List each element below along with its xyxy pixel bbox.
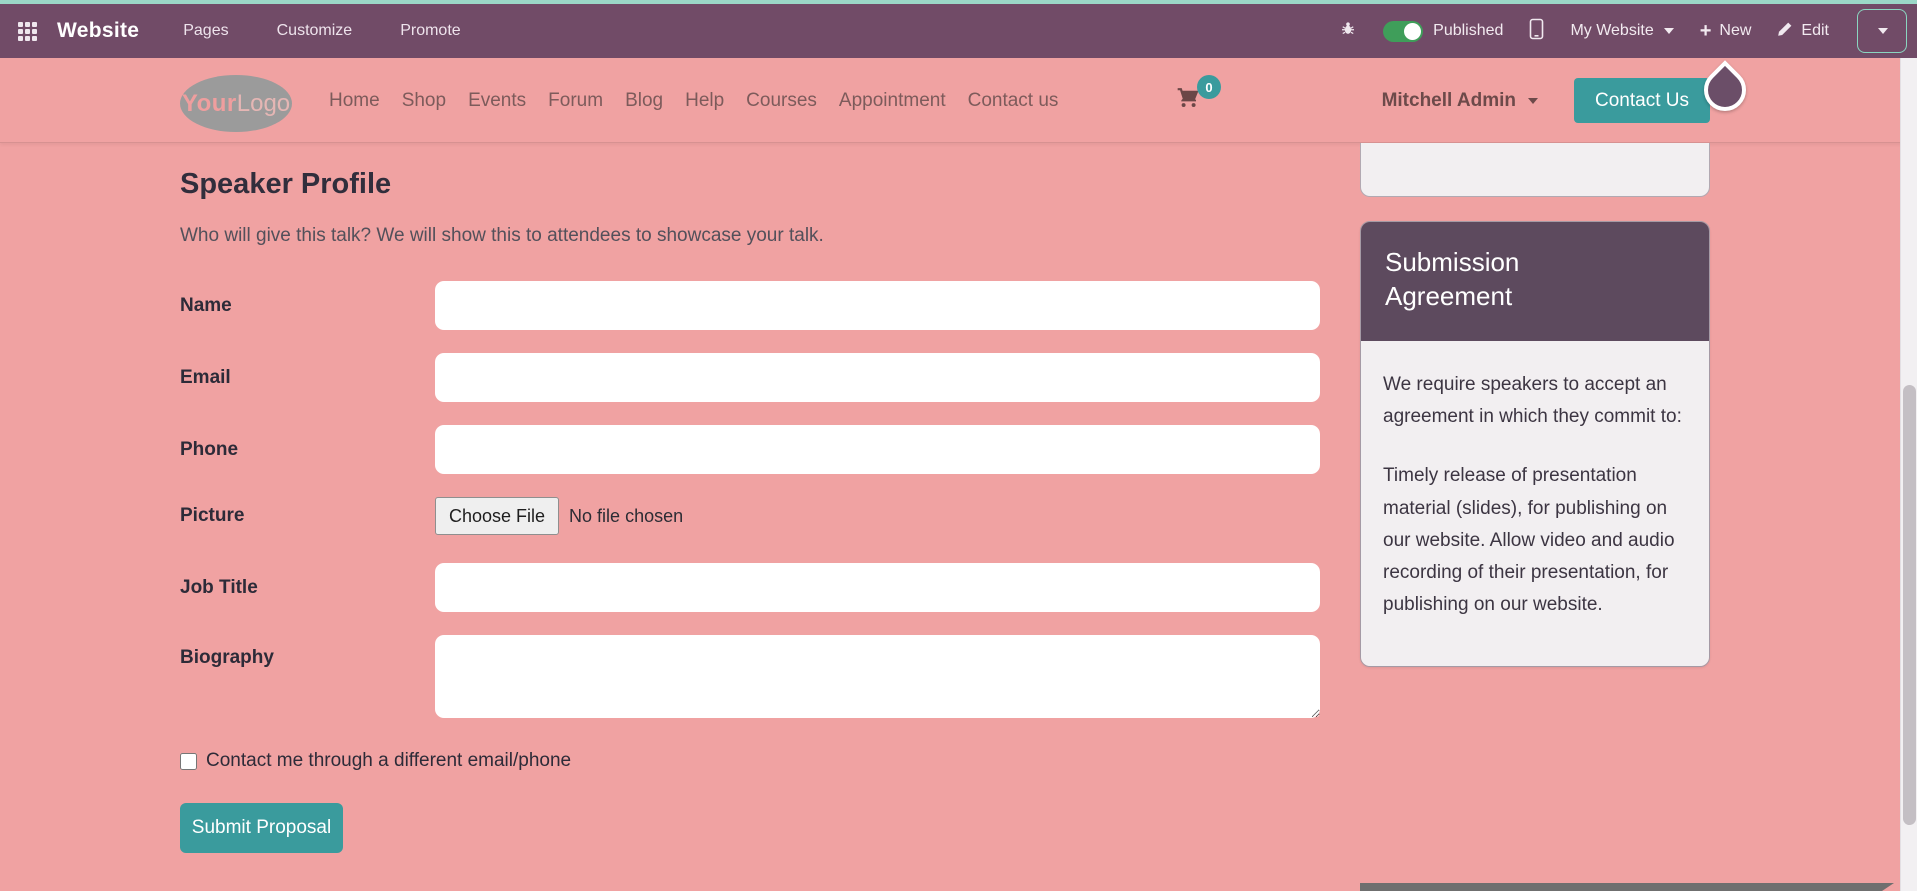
form-row-name: Name bbox=[180, 281, 1320, 330]
phone-field[interactable] bbox=[435, 425, 1320, 474]
mobile-preview-icon[interactable] bbox=[1529, 18, 1544, 45]
published-toggle[interactable] bbox=[1383, 20, 1424, 42]
user-menu-dropdown[interactable]: Mitchell Admin bbox=[1382, 90, 1538, 112]
speaker-profile-form: Speaker Profile Who will give this talk?… bbox=[180, 168, 1320, 853]
picture-file-input: Choose File No file chosen bbox=[435, 497, 1320, 535]
edit-button-label: Edit bbox=[1801, 22, 1829, 39]
menu-promote[interactable]: Promote bbox=[400, 22, 460, 40]
vertical-scrollbar-thumb[interactable] bbox=[1903, 385, 1916, 825]
job-title-label: Job Title bbox=[180, 576, 258, 598]
contact-us-button[interactable]: Contact Us bbox=[1574, 78, 1710, 123]
nav-blog[interactable]: Blog bbox=[614, 90, 674, 112]
page-title: Speaker Profile bbox=[180, 168, 392, 200]
contact-preference-row: Contact me through a different email/pho… bbox=[180, 750, 1320, 772]
logo-text-your: Your bbox=[181, 89, 237, 117]
nav-appointment[interactable]: Appointment bbox=[828, 90, 957, 112]
email-label: Email bbox=[180, 366, 231, 388]
vertical-scrollbar-track[interactable] bbox=[1900, 58, 1917, 891]
bottom-section-edge bbox=[1360, 883, 1894, 891]
page-subtitle: Who will give this talk? We will show th… bbox=[180, 225, 824, 246]
published-label: Published bbox=[1433, 22, 1504, 39]
cart-button[interactable]: 0 bbox=[1175, 75, 1221, 114]
form-row-email: Email bbox=[180, 353, 1320, 402]
nav-home[interactable]: Home bbox=[318, 90, 391, 112]
nav-help[interactable]: Help bbox=[674, 90, 735, 112]
different-contact-checkbox[interactable] bbox=[180, 752, 197, 770]
name-field[interactable] bbox=[435, 281, 1320, 330]
debug-bug-icon[interactable] bbox=[1339, 20, 1357, 43]
topbar-menu: Pages Customize Promote bbox=[183, 22, 460, 40]
agreement-body-text: Timely release of presentation material … bbox=[1383, 465, 1675, 616]
site-switcher-dropdown[interactable]: My Website bbox=[1570, 22, 1674, 40]
nav-events[interactable]: Events bbox=[457, 90, 537, 112]
cart-count-badge: 0 bbox=[1197, 75, 1221, 99]
apps-grid-icon[interactable] bbox=[18, 21, 37, 41]
form-row-job-title: Job Title bbox=[180, 563, 1320, 612]
agreement-card-body: We require speakers to accept an agreeme… bbox=[1361, 340, 1709, 666]
email-field[interactable] bbox=[435, 353, 1320, 402]
new-button[interactable]: + New bbox=[1700, 21, 1752, 41]
choose-file-button[interactable]: Choose File bbox=[435, 497, 560, 535]
agreement-intro-text: We require speakers to accept an agreeme… bbox=[1383, 373, 1682, 427]
edit-button[interactable]: Edit bbox=[1777, 21, 1829, 42]
job-title-field[interactable] bbox=[435, 563, 1320, 612]
different-contact-label[interactable]: Contact me through a different email/pho… bbox=[206, 750, 571, 772]
nav-forum[interactable]: Forum bbox=[537, 90, 614, 112]
header-right-cluster: Mitchell Admin Contact Us bbox=[1382, 58, 1710, 143]
logo-text-logo: Logo bbox=[236, 89, 291, 117]
site-header: Your Logo Home Shop Events Forum Blog Hel… bbox=[0, 58, 1917, 143]
user-name: Mitchell Admin bbox=[1381, 89, 1516, 111]
agreement-card-header: Submission Agreement bbox=[1361, 222, 1709, 341]
pencil-icon bbox=[1777, 21, 1793, 42]
biography-label: Biography bbox=[180, 647, 274, 668]
submit-proposal-button[interactable]: Submit Proposal bbox=[180, 803, 343, 853]
nav-shop[interactable]: Shop bbox=[391, 90, 457, 112]
site-logo[interactable]: Your Logo bbox=[180, 75, 292, 132]
site-nav: Home Shop Events Forum Blog Help Courses… bbox=[318, 58, 1069, 143]
menu-pages[interactable]: Pages bbox=[183, 22, 228, 40]
biography-field[interactable] bbox=[435, 635, 1320, 718]
phone-label: Phone bbox=[180, 438, 239, 460]
sidebar-card-partial bbox=[1360, 143, 1710, 197]
app-title: Website bbox=[57, 19, 140, 42]
name-label: Name bbox=[180, 294, 232, 316]
chevron-down-icon bbox=[1878, 28, 1888, 34]
plus-icon: + bbox=[1699, 20, 1712, 42]
menu-customize[interactable]: Customize bbox=[277, 22, 353, 40]
form-row-biography: Biography bbox=[180, 635, 1320, 718]
edit-dropdown-button[interactable] bbox=[1857, 9, 1907, 53]
nav-contact-us[interactable]: Contact us bbox=[957, 90, 1070, 112]
agreement-title: Submission Agreement bbox=[1385, 247, 1520, 312]
form-row-picture: Picture Choose File No file chosen bbox=[180, 497, 1320, 535]
chevron-down-icon bbox=[1528, 97, 1538, 104]
file-status-text: No file chosen bbox=[569, 505, 684, 526]
backend-topbar: Website Pages Customize Promote Publishe… bbox=[0, 4, 1917, 58]
picture-label: Picture bbox=[180, 505, 245, 526]
form-row-phone: Phone bbox=[180, 425, 1320, 474]
chevron-down-icon bbox=[1663, 28, 1674, 34]
new-button-label: New bbox=[1719, 22, 1752, 39]
nav-courses[interactable]: Courses bbox=[735, 90, 828, 112]
publish-toggle-wrap: Published bbox=[1383, 20, 1504, 42]
site-switcher-label: My Website bbox=[1570, 22, 1654, 39]
submission-agreement-card: Submission Agreement We require speakers… bbox=[1360, 221, 1710, 667]
topbar-right-cluster: Published My Website + New Edit bbox=[1339, 9, 1907, 53]
